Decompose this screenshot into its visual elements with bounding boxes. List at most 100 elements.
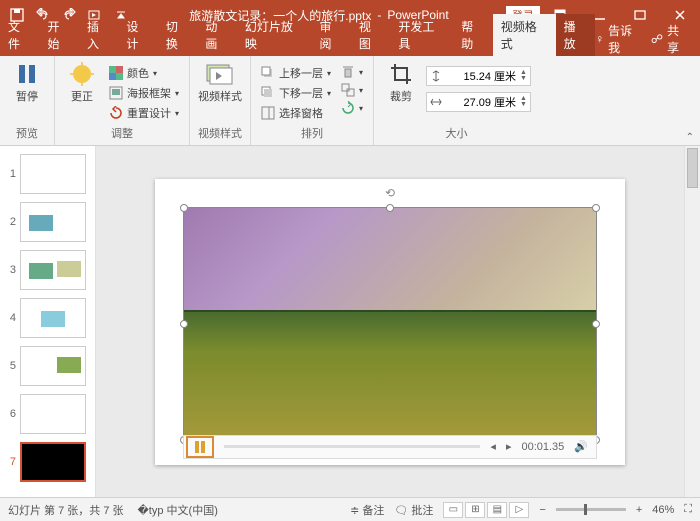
height-spinner[interactable]: ▲▼ <box>520 70 527 82</box>
width-spinner[interactable]: ▲▼ <box>520 96 527 108</box>
slideshow-view-icon[interactable]: ▷ <box>509 502 529 518</box>
color-icon <box>109 66 123 80</box>
thumb-slide-1[interactable]: 1 <box>0 152 95 200</box>
zoom-slider[interactable] <box>556 508 626 511</box>
workspace: 1 2 3 4 5 6 7★ ⟲ <box>0 146 700 497</box>
resize-handle[interactable] <box>592 320 600 328</box>
tab-help[interactable]: 帮助 <box>453 14 492 56</box>
width-input[interactable] <box>446 96 516 108</box>
normal-view-icon[interactable]: ▭ <box>443 502 463 518</box>
tab-slideshow[interactable]: 幻灯片放映 <box>237 14 312 56</box>
poster-frame-icon <box>109 86 123 100</box>
height-field[interactable]: ▲▼ <box>426 66 531 86</box>
reset-design-button[interactable]: 重置设计▾ <box>107 104 181 122</box>
share-label: 共享 <box>667 22 690 56</box>
resize-handle[interactable] <box>386 204 394 212</box>
corrections-icon <box>68 60 96 88</box>
zoom-out-button[interactable]: − <box>539 504 545 516</box>
height-icon <box>430 70 442 82</box>
send-backward-label: 下移一层 <box>279 85 323 101</box>
share-button[interactable]: ☍ 共享 <box>651 22 690 56</box>
resize-handle[interactable] <box>180 320 188 328</box>
slide-thumbnails[interactable]: 1 2 3 4 5 6 7★ <box>0 146 96 497</box>
send-backward-button[interactable]: 下移一层▾ <box>259 84 333 102</box>
language-status[interactable]: �typ 中文(中国) <box>138 502 218 518</box>
notes-button[interactable]: ≑ 备注 <box>350 502 384 518</box>
tab-transitions[interactable]: 切换 <box>158 14 197 56</box>
tab-playback[interactable]: 播放 <box>556 14 595 56</box>
poster-frame-button[interactable]: 海报框架▾ <box>107 84 181 102</box>
resize-handle[interactable] <box>592 204 600 212</box>
view-buttons: ▭ ⊞ ▤ ▷ <box>443 502 529 518</box>
tab-review[interactable]: 审阅 <box>311 14 350 56</box>
tab-animations[interactable]: 动画 <box>197 14 236 56</box>
rotate-button[interactable]: ▾ <box>339 100 365 116</box>
video-styles-icon <box>206 60 234 88</box>
play-pause-button[interactable] <box>186 436 214 458</box>
tab-file[interactable]: 文件 <box>0 14 39 56</box>
zoom-in-button[interactable]: + <box>636 504 642 516</box>
comments-button[interactable]: 🗨 批注 <box>394 502 433 518</box>
rotation-handle-icon[interactable]: ⟲ <box>385 186 395 200</box>
bring-forward-button[interactable]: 上移一层▾ <box>259 64 333 82</box>
group-video-styles: 视频样式 视频样式 <box>190 56 251 145</box>
tab-view[interactable]: 视图 <box>351 14 390 56</box>
height-input[interactable] <box>446 70 516 82</box>
ribbon: 暂停 预览 更正 颜色▾ 海报框架▾ 重置设计▾ 调整 视频样式 视频样式 <box>0 56 700 146</box>
zoom-slider-thumb[interactable] <box>584 504 587 515</box>
pause-button[interactable]: 暂停 <box>8 60 46 103</box>
volume-icon[interactable]: 🔊 <box>574 440 588 453</box>
align-button[interactable]: ▾ <box>339 64 365 80</box>
scrollbar-thumb[interactable] <box>687 148 698 188</box>
group-objects-button[interactable]: ▾ <box>339 82 365 98</box>
thumb-slide-6[interactable]: 6 <box>0 392 95 440</box>
pause-icon <box>13 60 41 88</box>
fit-to-window-icon[interactable]: ⛶ <box>684 503 692 516</box>
step-back-icon[interactable]: ◂ <box>490 440 496 453</box>
step-forward-icon[interactable]: ▸ <box>506 440 512 453</box>
thumb-slide-3[interactable]: 3 <box>0 248 95 296</box>
reading-view-icon[interactable]: ▤ <box>487 502 507 518</box>
bring-forward-icon <box>261 66 275 80</box>
slide-canvas-area[interactable]: ⟲ ◂ ▸ 00:01.35 🔊 <box>96 146 684 497</box>
send-backward-icon <box>261 86 275 100</box>
corrections-label: 更正 <box>71 91 93 103</box>
align-icon <box>341 65 355 79</box>
zoom-percent[interactable]: 46% <box>652 504 674 516</box>
share-icon: ☍ <box>651 32 663 46</box>
group-label-preview: 预览 <box>8 125 46 143</box>
collapse-ribbon-icon[interactable]: ⌃ <box>686 132 694 143</box>
tab-developer[interactable]: 开发工具 <box>390 14 453 56</box>
selection-pane-icon <box>261 106 275 120</box>
thumb-slide-2[interactable]: 2 <box>0 200 95 248</box>
video-frame <box>184 208 596 440</box>
tab-design[interactable]: 设计 <box>118 14 157 56</box>
video-styles-button[interactable]: 视频样式 <box>198 60 242 103</box>
video-styles-label: 视频样式 <box>198 91 242 103</box>
tab-home[interactable]: 开始 <box>39 14 78 56</box>
thumb-slide-7[interactable]: 7★ <box>0 440 95 488</box>
video-object[interactable]: ⟲ <box>183 207 597 441</box>
status-bar: 幻灯片 第 7 张，共 7 张 �typ 中文(中国) ≑ 备注 🗨 批注 ▭ … <box>0 497 700 521</box>
vertical-scrollbar[interactable] <box>684 146 700 497</box>
resize-handle[interactable] <box>180 204 188 212</box>
thumb-slide-4[interactable]: 4 <box>0 296 95 344</box>
slide-counter[interactable]: 幻灯片 第 7 张，共 7 张 <box>8 502 124 518</box>
lightbulb-icon: ♀ <box>595 32 604 46</box>
tab-video-format[interactable]: 视频格式 <box>493 14 556 56</box>
seek-track[interactable] <box>224 445 480 448</box>
crop-button[interactable]: 裁剪 <box>382 60 420 103</box>
group-label-video-styles: 视频样式 <box>198 125 242 143</box>
crop-icon <box>387 60 415 88</box>
corrections-button[interactable]: 更正 <box>63 60 101 103</box>
selection-pane-button[interactable]: 选择窗格 <box>259 104 333 122</box>
selection-pane-label: 选择窗格 <box>279 105 323 121</box>
tab-insert[interactable]: 插入 <box>79 14 118 56</box>
color-button[interactable]: 颜色▾ <box>107 64 181 82</box>
width-field[interactable]: ▲▼ <box>426 92 531 112</box>
playback-time: 00:01.35 <box>521 441 564 453</box>
sorter-view-icon[interactable]: ⊞ <box>465 502 485 518</box>
tell-me[interactable]: ♀ 告诉我 <box>595 22 643 56</box>
rotate-icon <box>341 101 355 115</box>
thumb-slide-5[interactable]: 5 <box>0 344 95 392</box>
